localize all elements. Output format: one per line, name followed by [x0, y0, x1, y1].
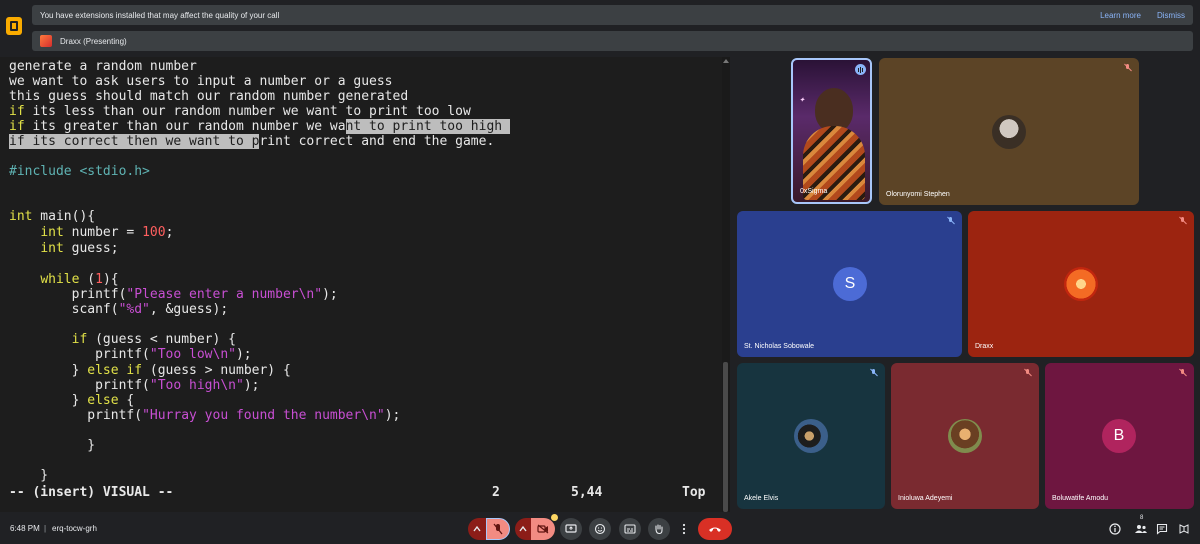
- mic-off-icon: [870, 369, 878, 377]
- chevron-up-icon: [473, 525, 481, 532]
- people-count-badge: 8: [1140, 515, 1144, 521]
- code-line: printf("Hurray you found the number\n");: [9, 408, 401, 423]
- code-line: } else {: [9, 393, 135, 408]
- code-line: if its less than our random number we wa…: [9, 104, 471, 119]
- shared-screen: generate a random number we want to ask …: [0, 57, 722, 512]
- banner-message: You have extensions installed that may a…: [40, 10, 280, 20]
- shared-screen-scrollbar: [722, 57, 730, 512]
- presenter-avatar: [40, 35, 52, 47]
- camera-toggle-button[interactable]: [531, 514, 558, 540]
- mic-off-icon: [1124, 64, 1132, 72]
- people-icon: [1135, 525, 1147, 533]
- participant-tile-akele-elvis[interactable]: Akele Elvis: [737, 363, 885, 509]
- code-line: scanf("%d", &guess);: [9, 302, 229, 317]
- meeting-details-button[interactable]: [1108, 522, 1122, 536]
- participant-tile-0xsigma[interactable]: ✦ 0xSigma: [791, 58, 872, 204]
- code-line: int number = 100;: [40, 225, 174, 240]
- vim-mode: -- (insert) VISUAL --: [9, 485, 174, 500]
- mic-off-icon: [1179, 369, 1187, 377]
- code-line: int main(){: [9, 209, 96, 224]
- mic-off-icon: [493, 523, 503, 535]
- code-line: }: [9, 438, 96, 453]
- present-screen-button[interactable]: [560, 518, 582, 540]
- participant-name: Olorunyomi Stephen: [886, 191, 950, 198]
- present-screen-icon: [565, 524, 577, 533]
- extensions-banner: You have extensions installed that may a…: [32, 5, 1193, 25]
- info-icon: [1109, 523, 1121, 535]
- code-line: printf("Too low\n");: [9, 347, 252, 362]
- code-line: printf("Too high\n");: [9, 378, 260, 393]
- mic-off-icon: [1179, 217, 1187, 225]
- dismiss-link[interactable]: Dismiss: [1157, 11, 1185, 20]
- hang-up-icon: [709, 527, 721, 532]
- code-line: } else if (guess > number) {: [9, 363, 291, 378]
- code-line: if (guess < number) {: [71, 332, 236, 347]
- emoji-icon: [594, 523, 606, 535]
- presenting-label: Draxx (Presenting): [60, 36, 127, 46]
- more-options-button[interactable]: [677, 518, 691, 540]
- mic-off-icon: [947, 217, 955, 225]
- code-line: }: [9, 468, 49, 483]
- captions-icon: [624, 524, 636, 534]
- participant-name: Akele Elvis: [744, 495, 779, 502]
- vim-scroll-position: Top: [682, 485, 706, 500]
- warning-badge-icon: [551, 514, 558, 521]
- chevron-up-icon: [519, 525, 527, 532]
- participant-tile-boluwatife-amodu[interactable]: B Boluwatife Amodu: [1045, 363, 1194, 509]
- participant-name: Draxx: [975, 343, 994, 350]
- separator: |: [44, 524, 47, 533]
- participant-avatar: [794, 419, 828, 453]
- control-bar: 6:48 PM | erq-tocw-grh 8: [0, 512, 1200, 544]
- participant-name: Inioluwa Adeyemi: [898, 495, 953, 502]
- participant-tile-olorunyomi-stephen[interactable]: Olorunyomi Stephen: [879, 58, 1139, 205]
- participant-avatar: [1064, 267, 1098, 301]
- participant-tile-inioluwa-adeyemi[interactable]: Inioluwa Adeyemi: [891, 363, 1039, 509]
- activities-button[interactable]: [1177, 522, 1191, 536]
- code-line: generate a random number: [9, 59, 197, 74]
- people-button[interactable]: [1134, 522, 1148, 536]
- camera-options-button[interactable]: [515, 518, 531, 540]
- participant-name: Boluwatife Amodu: [1052, 495, 1109, 502]
- code-line: if its greater than our random number we…: [9, 119, 510, 134]
- raise-hand-button[interactable]: [648, 518, 670, 540]
- leave-call-button[interactable]: [698, 518, 732, 540]
- code-line: int guess;: [40, 241, 119, 256]
- participant-name: 0xSigma: [800, 188, 828, 195]
- participant-avatar: [992, 115, 1026, 149]
- camera-off-icon: [537, 524, 549, 534]
- mic-toggle-button[interactable]: [486, 518, 510, 540]
- vim-status-line: -- (insert) VISUAL -- 2 5,44 Top: [9, 485, 709, 501]
- code-line: this guess should match our random numbe…: [9, 89, 409, 104]
- more-vert-icon: [682, 523, 686, 535]
- code-line: printf("Please enter a number\n");: [9, 287, 338, 302]
- chat-icon: [1156, 523, 1168, 535]
- code-line: #include <stdio.h>: [9, 164, 150, 179]
- participant-avatar: [948, 419, 982, 453]
- presenting-bar[interactable]: Draxx (Presenting): [32, 31, 1193, 51]
- hand-icon: [655, 524, 663, 535]
- vim-count: 2: [492, 485, 500, 500]
- vim-cursor-position: 5,44: [571, 485, 603, 500]
- meet-logo-icon: [6, 17, 22, 35]
- learn-more-link[interactable]: Learn more: [1100, 11, 1141, 20]
- participant-tile-st-nicholas-sobowale[interactable]: S St. Nicholas Sobowale: [737, 211, 962, 357]
- code-line: if its correct then we want to print cor…: [9, 134, 495, 149]
- captions-button[interactable]: [619, 518, 641, 540]
- code-line: while (1){: [40, 272, 119, 287]
- mic-options-button[interactable]: [468, 518, 486, 540]
- reactions-button[interactable]: [589, 518, 611, 540]
- participant-avatar: S: [833, 267, 867, 301]
- mic-off-icon: [1024, 369, 1032, 377]
- participant-name: St. Nicholas Sobowale: [744, 343, 815, 350]
- participant-tile-draxx[interactable]: Draxx: [968, 211, 1194, 357]
- clock: 6:48 PM: [10, 524, 40, 533]
- participant-avatar: B: [1102, 419, 1136, 453]
- activities-icon: [1179, 524, 1189, 534]
- code-line: we want to ask users to input a number o…: [9, 74, 393, 89]
- chat-button[interactable]: [1155, 522, 1169, 536]
- meeting-code: erq-tocw-grh: [52, 524, 97, 533]
- speaking-indicator-icon: [855, 64, 866, 75]
